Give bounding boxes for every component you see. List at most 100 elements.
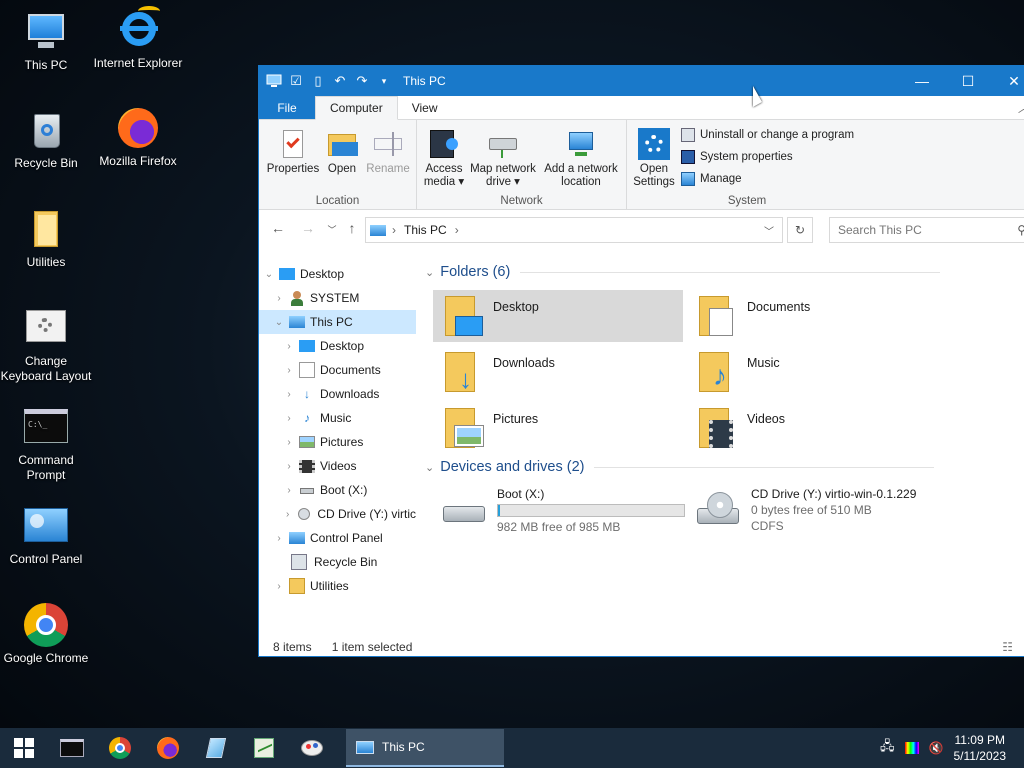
tree-item-control-panel[interactable]: › Control Panel [259, 526, 416, 550]
back-arrow-icon[interactable]: ← [269, 220, 287, 236]
tree-item-documents[interactable]: › Documents [259, 358, 416, 382]
chevron-right-icon[interactable]: › [273, 293, 285, 304]
maximize-button[interactable]: ☐ [945, 66, 991, 96]
details-view-icon[interactable]: ☷ [1002, 640, 1013, 654]
tree-item-downloads[interactable]: › ↓ Downloads [259, 382, 416, 406]
taskbar-command-prompt[interactable] [48, 728, 96, 768]
redo-icon[interactable]: ↷ [353, 72, 371, 90]
open-label: Open [327, 163, 357, 175]
system-properties-button[interactable]: System properties [681, 150, 793, 164]
search-input[interactable]: Search This PC ⚲ [829, 217, 1024, 243]
tree-item-boot-drive[interactable]: › Boot (X:) [259, 478, 416, 502]
display-color-icon[interactable] [904, 742, 919, 754]
ribbon-collapse-icon[interactable]: ︿ [1018, 100, 1024, 116]
uninstall-program-button[interactable]: Uninstall or change a program [681, 128, 854, 142]
add-network-location-button[interactable]: Add a network location [539, 128, 623, 189]
folder-tile-desktop[interactable]: Desktop [433, 290, 683, 342]
rename-button[interactable]: Rename [363, 128, 413, 176]
chevron-down-icon[interactable]: ⌄ [425, 266, 434, 279]
tree-item-desktop-root[interactable]: ⌄ Desktop [259, 262, 416, 286]
network-icon[interactable]: 🖧 [880, 737, 895, 759]
drive-tile-boot[interactable]: Boot (X:) 982 MB free of 985 MB [437, 486, 687, 542]
folders-section-header[interactable]: ⌄ Folders (6) [425, 264, 1024, 280]
drive-tile-cd[interactable]: CD Drive (Y:) virtio-win-0.1.229 0 bytes… [691, 486, 941, 542]
chevron-right-icon[interactable]: › [283, 413, 295, 424]
chevron-right-icon[interactable]: › [283, 389, 295, 400]
desktop-icon-firefox[interactable]: Mozilla Firefox [92, 106, 184, 169]
title-bar[interactable]: ☑ ▯ ↶ ↷ ▾ This PC — ☐ ✕ [259, 66, 1024, 96]
taskbar-task-manager[interactable] [240, 728, 288, 768]
taskbar-paint[interactable] [288, 728, 336, 768]
new-folder-quick-icon[interactable]: ▯ [309, 72, 327, 90]
desktop-icon-utilities[interactable]: Utilities [0, 207, 92, 270]
desktop-icon-control-panel[interactable]: Control Panel [0, 504, 92, 567]
desktop-icon-this-pc[interactable]: This PC [0, 10, 92, 73]
tree-item-this-pc[interactable]: ⌄ This PC [259, 310, 416, 334]
tree-item-cd-drive[interactable]: › CD Drive (Y:) virtic [259, 502, 416, 526]
chevron-right-icon[interactable]: › [283, 509, 292, 520]
breadcrumb-this-pc[interactable]: This PC [404, 223, 447, 237]
drives-section-header[interactable]: ⌄ Devices and drives (2) [425, 459, 1024, 475]
access-media-button[interactable]: Access media ▾ [421, 128, 467, 189]
chevron-right-icon[interactable]: › [283, 341, 295, 352]
forward-arrow-icon[interactable]: → [299, 220, 317, 236]
recent-locations-chevron-icon[interactable]: ﹀ [323, 223, 341, 236]
minimize-button[interactable]: — [899, 66, 945, 96]
this-pc-icon [265, 72, 283, 90]
folder-tile-downloads[interactable]: ↓ Downloads [433, 346, 683, 398]
close-button[interactable]: ✕ [991, 66, 1024, 96]
open-button[interactable]: Open [321, 128, 363, 176]
tab-file[interactable]: File [259, 96, 315, 119]
chevron-down-icon[interactable]: ⌄ [425, 461, 434, 474]
refresh-button[interactable]: ↻ [787, 217, 813, 243]
media-icon [428, 128, 460, 160]
breadcrumb-chevron-icon[interactable]: › [455, 223, 459, 237]
manage-button[interactable]: Manage [681, 172, 742, 186]
properties-quick-icon[interactable]: ☑ [287, 72, 305, 90]
customize-toolbar-icon[interactable]: ▾ [375, 72, 393, 90]
breadcrumb-chevron-icon[interactable]: › [392, 223, 396, 237]
folder-tile-pictures[interactable]: Pictures [433, 402, 683, 454]
desktop-icon-keyboard-layout[interactable]: Change Keyboard Layout [0, 306, 92, 384]
tree-item-label: Music [320, 411, 352, 425]
tree-item-system[interactable]: › SYSTEM [259, 286, 416, 310]
tree-item-pictures[interactable]: › Pictures [259, 430, 416, 454]
desktop-icon-recycle-bin[interactable]: Recycle Bin [0, 108, 92, 171]
folder-tile-music[interactable]: ♪ Music [687, 346, 937, 398]
tab-view[interactable]: View [398, 96, 452, 119]
desktop-icon-chrome[interactable]: Google Chrome [0, 603, 92, 666]
address-dropdown-icon[interactable]: ﹀ [764, 223, 774, 238]
volume-muted-icon[interactable]: 🔇 [929, 741, 944, 755]
chevron-down-icon[interactable]: ⌄ [273, 317, 285, 328]
taskbar-chrome[interactable] [96, 728, 144, 768]
clock[interactable]: 11:09 PM 5/11/2023 [954, 732, 1007, 764]
undo-icon[interactable]: ↶ [331, 72, 349, 90]
up-arrow-icon[interactable]: ↑ [343, 220, 361, 236]
chevron-down-icon[interactable]: ⌄ [263, 269, 275, 280]
start-button[interactable] [0, 728, 48, 768]
tree-item-videos[interactable]: › Videos [259, 454, 416, 478]
tree-item-music[interactable]: › ♪ Music [259, 406, 416, 430]
taskbar-explorer-window[interactable]: This PC [346, 729, 504, 767]
chevron-right-icon[interactable]: › [273, 581, 285, 592]
taskbar-notepad[interactable] [192, 728, 240, 768]
desktop-icon-command-prompt[interactable]: C:\_ Command Prompt [0, 405, 92, 483]
taskbar-firefox[interactable] [144, 728, 192, 768]
tree-item-desktop[interactable]: › Desktop [259, 334, 416, 358]
chevron-right-icon[interactable]: › [283, 461, 295, 472]
folder-tile-documents[interactable]: Documents [687, 290, 937, 342]
map-network-drive-button[interactable]: Map network drive ▾ [467, 128, 539, 189]
folder-tile-videos[interactable]: Videos [687, 402, 937, 454]
tree-item-recycle-bin[interactable]: Recycle Bin [259, 550, 416, 574]
chevron-right-icon[interactable]: › [283, 485, 295, 496]
chevron-right-icon[interactable]: › [283, 365, 295, 376]
tree-item-utilities[interactable]: › Utilities [259, 574, 416, 598]
tab-computer[interactable]: Computer [315, 96, 398, 120]
properties-button[interactable]: Properties [265, 128, 321, 176]
desktop-icon-internet-explorer[interactable]: Internet Explorer [92, 6, 184, 71]
chevron-right-icon[interactable]: › [273, 533, 285, 544]
chevron-right-icon[interactable]: › [283, 437, 295, 448]
address-bar[interactable]: › This PC › ﹀ [365, 217, 783, 243]
open-settings-button[interactable]: Open Settings [631, 128, 677, 189]
add-network-location-label: Add a network location [544, 163, 618, 188]
